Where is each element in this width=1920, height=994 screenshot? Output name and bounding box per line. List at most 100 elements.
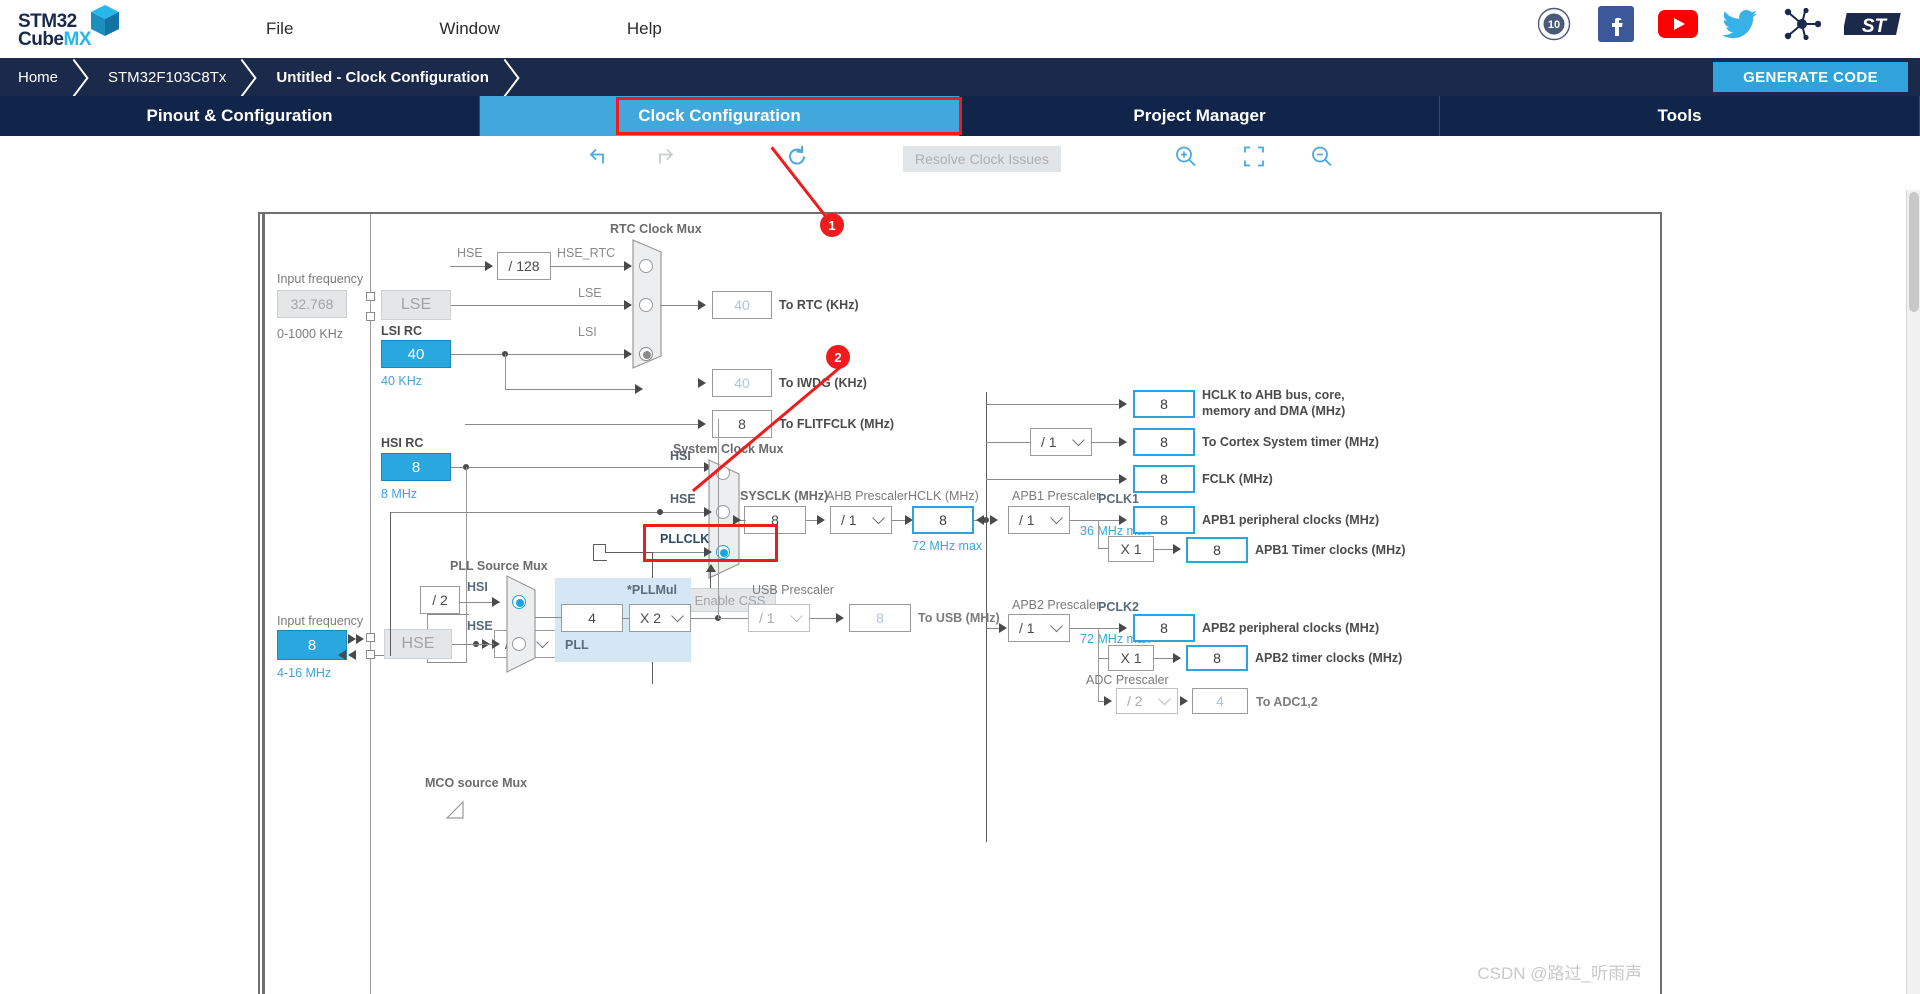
chevron-down-icon	[1158, 692, 1171, 706]
clock-tree-canvas[interactable]: Input frequency 32.768 0-1000 KHz LSE LS…	[258, 212, 1662, 994]
to-flitfclk-label: To FLITFCLK (MHz)	[779, 417, 895, 431]
hse-rtc-source-label: HSE	[457, 246, 483, 260]
fit-to-screen-icon[interactable]	[1242, 145, 1266, 174]
apb2-prescaler-select[interactable]: / 1	[1008, 614, 1070, 642]
menu-item-help[interactable]: Help	[617, 13, 672, 45]
svg-text:ST: ST	[1862, 16, 1888, 37]
zoom-in-icon[interactable]	[1174, 145, 1198, 174]
mco-source-mux[interactable]	[445, 800, 469, 820]
stm32cubemx-logo: STM32 CubeMX	[18, 5, 138, 53]
lsi-rc-value[interactable]: 40	[381, 340, 451, 368]
hse-input-frequency-field[interactable]: 8	[277, 630, 347, 660]
pll-source-radio-hse[interactable]	[512, 637, 526, 651]
lse-signal-label: LSE	[578, 286, 602, 300]
usb-prescaler-label: USB Prescaler	[752, 583, 834, 597]
apb2-timer-output-value[interactable]: 8	[1186, 645, 1248, 671]
rtc-mux-radio-hse-rtc[interactable]	[639, 259, 653, 273]
hse-port-in	[366, 633, 375, 642]
generate-code-button[interactable]: GENERATE CODE	[1713, 62, 1908, 92]
st-logo-icon[interactable]: ST	[1844, 4, 1906, 44]
annotation-highlight-pllclk	[643, 524, 778, 562]
sys-mux-input-hse-label: HSE	[670, 492, 696, 506]
hse-oscillator-block[interactable]: HSE	[384, 629, 452, 659]
rtc-mux-radio-lse[interactable]	[639, 298, 653, 312]
apb1-timer-output-value[interactable]: 8	[1186, 537, 1248, 563]
lse-port-out	[366, 312, 375, 321]
youtube-icon[interactable]	[1658, 4, 1698, 44]
breadcrumb-home[interactable]: Home	[0, 58, 64, 96]
apb1-prescaler-select[interactable]: / 1	[1008, 506, 1070, 534]
to-adc-label: To ADC1,2	[1256, 695, 1318, 709]
tab-project-manager[interactable]: Project Manager	[960, 96, 1440, 136]
sys-mux-input-hsi-label: HSI	[670, 449, 691, 463]
anniversary-10-years-icon[interactable]: 10	[1534, 4, 1574, 44]
tab-pinout-configuration[interactable]: Pinout & Configuration	[0, 96, 480, 136]
lse-port-in	[366, 292, 375, 301]
zoom-out-icon[interactable]	[1310, 145, 1334, 174]
to-iwdg-value: 40	[712, 369, 772, 397]
chevron-down-icon	[872, 511, 885, 525]
pll-source-hsi-label: HSI	[467, 580, 488, 594]
hclk-ahb-output-label-line2: memory and DMA (MHz)	[1202, 404, 1346, 418]
rtc-mux-radio-lsi[interactable]	[639, 347, 653, 361]
lse-range-label: 0-1000 KHz	[277, 327, 344, 341]
usb-prescaler-select[interactable]: / 1	[748, 604, 810, 632]
vertical-scrollbar[interactable]	[1906, 190, 1920, 994]
apb1-timer-output-label: APB1 Timer clocks (MHz)	[1255, 543, 1406, 557]
hse-input-frequency-label: Input frequency	[277, 614, 364, 628]
pll-source-hse-label: HSE	[467, 619, 493, 633]
logo-line-2: CubeMX	[18, 29, 91, 50]
hclk-max-label: 72 MHz max	[912, 539, 983, 553]
hsi-rc-value[interactable]: 8	[381, 453, 451, 481]
facebook-icon[interactable]	[1596, 4, 1636, 44]
breadcrumb-device[interactable]: STM32F103C8Tx	[90, 58, 232, 96]
redo-icon[interactable]	[653, 147, 675, 172]
to-usb-label: To USB (MHz)	[918, 611, 1000, 625]
to-rtc-value: 40	[712, 291, 772, 319]
scrollbar-thumb[interactable]	[1909, 192, 1919, 312]
cortex-timer-output-value[interactable]: 8	[1133, 428, 1195, 456]
hclk-value[interactable]: 8	[912, 506, 974, 534]
apb1-peripheral-output-value[interactable]: 8	[1133, 506, 1195, 534]
to-adc-value: 4	[1192, 688, 1248, 714]
to-usb-value: 8	[849, 604, 911, 632]
hse-range-label: 4-16 MHz	[277, 666, 332, 680]
fclk-output-value[interactable]: 8	[1133, 465, 1195, 493]
adc-prescaler-label: ADC Prescaler	[1086, 673, 1169, 687]
cortex-timer-prescaler-select[interactable]: / 1	[1030, 428, 1092, 456]
pll-label: PLL	[565, 638, 589, 652]
lsi-signal-label: LSI	[578, 325, 597, 339]
lse-oscillator-block[interactable]: LSE	[381, 290, 451, 320]
pllmul-label: *PLLMul	[627, 583, 677, 597]
lse-input-frequency-label: Input frequency	[277, 272, 364, 286]
adc-prescaler-select[interactable]: / 2	[1116, 688, 1178, 714]
breadcrumb-project[interactable]: Untitled - Clock Configuration	[258, 58, 494, 96]
clock-tree-diagram: Input frequency 32.768 0-1000 KHz LSE LS…	[260, 214, 1660, 994]
undo-icon[interactable]	[588, 147, 610, 172]
resolve-clock-issues-button[interactable]: Resolve Clock Issues	[903, 146, 1061, 172]
menu-item-file[interactable]: File	[256, 13, 303, 45]
pclk2-label: PCLK2	[1098, 600, 1139, 614]
hclk-ahb-output-value[interactable]: 8	[1133, 390, 1195, 418]
clock-toolbar: Resolve Clock Issues	[0, 136, 1920, 182]
pllmul-select[interactable]: X 2	[629, 604, 691, 632]
pllm-value[interactable]: 4	[561, 604, 623, 632]
menu-item-window[interactable]: Window	[429, 13, 509, 45]
ahb-prescaler-label: AHB Prescaler	[826, 489, 908, 503]
apb2-timer-output-label: APB2 timer clocks (MHz)	[1255, 651, 1403, 665]
ahb-prescaler-select[interactable]: / 1	[830, 506, 892, 534]
breadcrumb-chevron-icon	[495, 58, 521, 96]
chevron-down-icon	[1050, 619, 1063, 633]
annotation-marker-2: 2	[826, 345, 850, 369]
lsi-rc-unit: 40 KHz	[381, 374, 422, 388]
pll-source-radio-hsi[interactable]	[512, 595, 526, 609]
hse-rtc-signal-label: HSE_RTC	[557, 246, 616, 260]
fclk-output-label: FCLK (MHz)	[1202, 472, 1273, 486]
pll-source-mux-title: PLL Source Mux	[450, 559, 548, 573]
community-network-icon[interactable]	[1782, 4, 1822, 44]
twitter-icon[interactable]	[1720, 4, 1760, 44]
tab-tools[interactable]: Tools	[1440, 96, 1920, 136]
apb2-peripheral-output-value[interactable]: 8	[1133, 614, 1195, 642]
lse-input-frequency-field[interactable]: 32.768	[277, 290, 347, 318]
pll-source-mux[interactable]	[505, 574, 539, 674]
